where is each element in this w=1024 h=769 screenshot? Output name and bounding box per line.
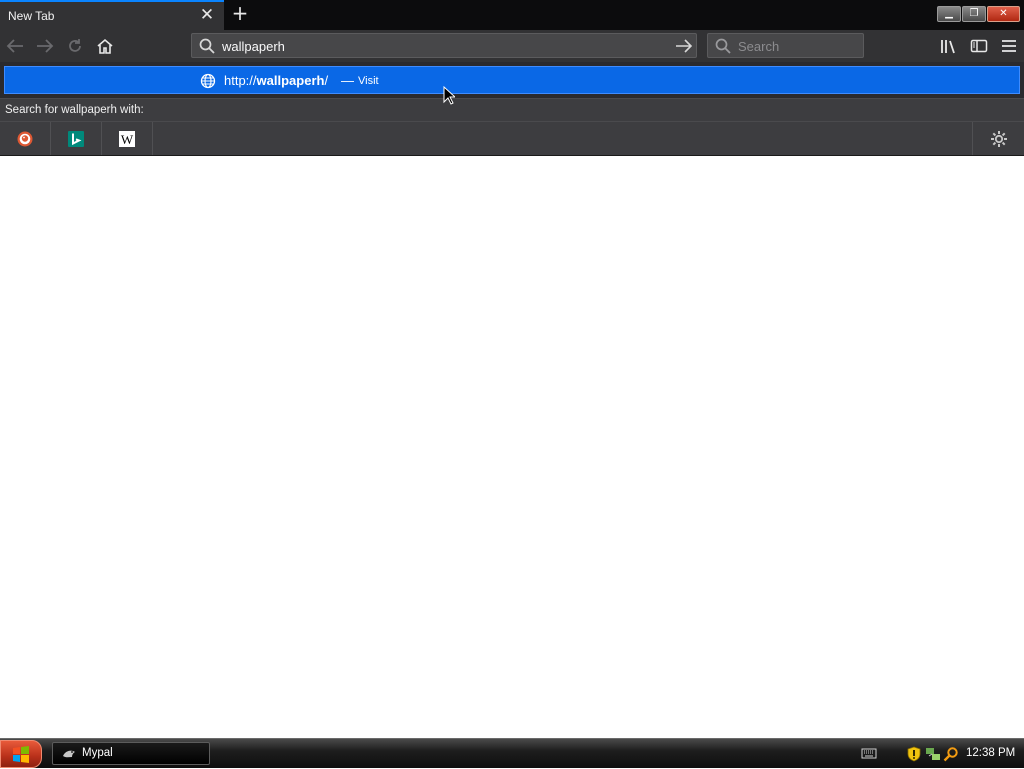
sidebar-icon bbox=[970, 39, 988, 53]
tab-title: New Tab bbox=[8, 9, 55, 23]
tab-strip: New Tab ✕ + ▁ ❐ ✕ bbox=[0, 0, 1024, 30]
close-window-button[interactable]: ✕ bbox=[987, 6, 1020, 22]
result-url-prefix: http:// bbox=[224, 73, 257, 88]
bing-icon bbox=[68, 130, 84, 147]
back-arrow-icon bbox=[6, 39, 23, 53]
taskbar: Mypal 12:38 PM bbox=[0, 738, 1024, 768]
result-url-host: wallpaperh bbox=[256, 73, 325, 88]
result-url-suffix: / bbox=[324, 73, 329, 88]
reload-button[interactable] bbox=[64, 35, 86, 57]
forward-arrow-icon bbox=[37, 39, 54, 53]
library-button[interactable] bbox=[938, 35, 960, 57]
network-icon[interactable] bbox=[925, 746, 941, 762]
one-off-search-engines: W bbox=[0, 122, 1024, 155]
search-bar[interactable] bbox=[707, 33, 864, 58]
result-url: http://wallpaperh/ bbox=[224, 73, 328, 88]
engine-duckduckgo-button[interactable] bbox=[0, 122, 51, 155]
search-settings-button[interactable] bbox=[972, 122, 1024, 155]
system-tray: 12:38 PM bbox=[855, 739, 1024, 769]
menu-button[interactable] bbox=[998, 35, 1020, 57]
wikipedia-icon: W bbox=[119, 130, 135, 147]
search-with-header: Search for wallpaperh with: bbox=[0, 98, 1024, 122]
sidebar-button[interactable] bbox=[968, 35, 990, 57]
go-button[interactable] bbox=[674, 37, 694, 55]
keyboard-icon[interactable] bbox=[861, 746, 877, 760]
result-separator: — bbox=[341, 73, 354, 88]
taskbar-clock[interactable]: 12:38 PM bbox=[966, 747, 1015, 759]
library-icon bbox=[941, 40, 955, 54]
new-tab-button[interactable]: + bbox=[229, 3, 251, 25]
taskbar-item-mypal[interactable]: Mypal bbox=[52, 742, 210, 765]
gear-icon bbox=[990, 130, 1007, 147]
url-input[interactable] bbox=[222, 37, 662, 55]
search-tray-icon[interactable] bbox=[943, 746, 959, 762]
search-with-label: Search for wallpaperh with: bbox=[5, 104, 144, 116]
maximize-button[interactable]: ❐ bbox=[962, 6, 986, 22]
urlbar-dropdown: http://wallpaperh/ — Visit Search for wa… bbox=[0, 62, 1024, 156]
windows-logo-icon bbox=[13, 746, 29, 763]
back-button[interactable] bbox=[4, 35, 26, 57]
mouse-cursor-icon bbox=[443, 86, 455, 105]
home-button[interactable] bbox=[94, 35, 116, 57]
search-icon bbox=[199, 38, 215, 54]
mypal-icon bbox=[63, 750, 75, 758]
tab-close-icon[interactable]: ✕ bbox=[198, 7, 216, 25]
address-bar[interactable] bbox=[191, 33, 697, 58]
engine-wikipedia-button[interactable]: W bbox=[102, 122, 153, 155]
taskbar-item-label: Mypal bbox=[82, 747, 113, 759]
globe-icon bbox=[200, 73, 216, 89]
search-input[interactable] bbox=[738, 38, 858, 54]
security-shield-icon[interactable] bbox=[907, 746, 921, 762]
search-icon bbox=[715, 38, 731, 54]
forward-button[interactable] bbox=[34, 35, 56, 57]
page-content[interactable] bbox=[0, 156, 1024, 738]
start-button[interactable] bbox=[0, 740, 42, 768]
hamburger-menu-icon bbox=[1002, 40, 1016, 52]
home-icon bbox=[97, 38, 113, 54]
svg-text:W: W bbox=[121, 132, 134, 147]
duckduckgo-icon bbox=[17, 131, 33, 146]
nav-toolbar bbox=[0, 30, 1024, 82]
tab-new-tab[interactable]: New Tab ✕ bbox=[0, 0, 224, 30]
reload-icon bbox=[69, 39, 81, 52]
result-action-label: Visit bbox=[358, 75, 379, 87]
autocomplete-result[interactable]: http://wallpaperh/ — Visit bbox=[4, 66, 1020, 94]
engine-bing-button[interactable] bbox=[51, 122, 102, 155]
go-arrow-icon bbox=[676, 39, 693, 53]
minimize-button[interactable]: ▁ bbox=[937, 6, 961, 22]
